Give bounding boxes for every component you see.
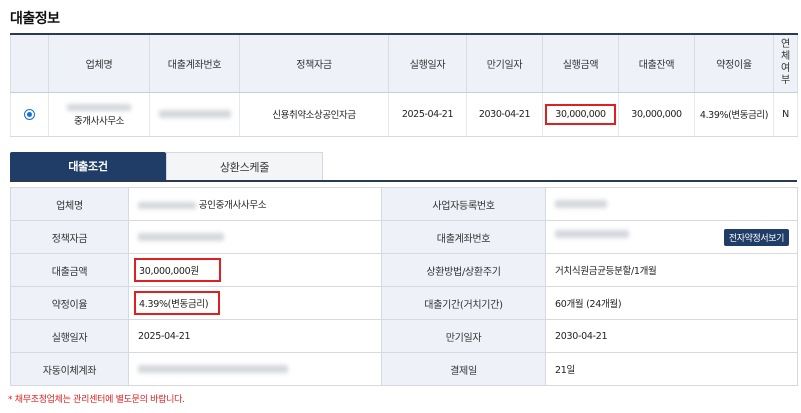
detail-row: 약정이율 4.39%(변동금리) 대출기간(거치기간) 60개월 (24개월): [10, 286, 798, 320]
company-name-text: 공인중개사사무소: [198, 200, 267, 211]
column-header-account: 대출계좌번호: [149, 34, 240, 93]
detail-row: 대출금액 30,000,000원 상환방법/상환주기 거치식원금균등분할/1개월: [10, 253, 798, 287]
redacted-text: [555, 200, 607, 208]
auto-transfer-label: 자동이체계좌: [10, 352, 129, 386]
row-select-cell[interactable]: [10, 92, 49, 137]
column-header-maturity-date: 만기일자: [466, 34, 543, 93]
payment-day-label: 결제일: [381, 352, 546, 386]
overdue-cell: N: [773, 92, 798, 137]
detail-row: 업체명 공인중개사사무소 사업자등록번호: [10, 187, 798, 221]
footnote: * 채무조정업체는 관리센터에 별도문의 바랍니다.: [8, 395, 185, 405]
company-name-suffix: 중개사사무소: [73, 115, 125, 127]
company-name-value: 공인중개사사무소: [128, 187, 382, 221]
tab-loan-terms[interactable]: 대출조건: [10, 152, 166, 180]
loan-amount-value: 30,000,000원: [128, 253, 382, 287]
repayment-method-value: 거치식원금균등분할/1개월: [545, 253, 798, 287]
row-select-radio[interactable]: [24, 108, 35, 120]
exec-date-value: 2025-04-21: [128, 319, 382, 353]
detail-row: 자동이체계좌 결제일 21일: [10, 352, 798, 386]
exec-date-label: 실행일자: [10, 319, 129, 353]
column-header-exec-date: 실행일자: [388, 34, 467, 93]
policy-fund-value: [128, 220, 382, 254]
table-row[interactable]: 중개사사무소 신용취약소상공인자금 2025-04-21 2030-04-21 …: [10, 92, 798, 137]
biz-reg-no-label: 사업자등록번호: [381, 187, 546, 221]
table-header-row: 업체명 대출계좌번호 정책자금 실행일자 만기일자 실행금액 대출잔액 약정이율…: [10, 34, 798, 93]
policy-fund-cell: 신용취약소상공인자금: [239, 92, 389, 137]
maturity-label: 만기일자: [381, 319, 546, 353]
loan-period-label: 대출기간(거치기간): [381, 286, 546, 320]
exec-amount-cell: 30,000,000: [542, 92, 619, 137]
rate-highlight: 4.39%(변동금리): [134, 291, 221, 315]
rate-label: 약정이율: [10, 286, 129, 320]
redacted-text: [138, 233, 224, 241]
tab-divider: [10, 180, 797, 182]
column-header-overdue: 연체여부: [773, 34, 798, 93]
auto-transfer-value: [128, 352, 382, 386]
loan-terms-table: 업체명 공인중개사사무소 사업자등록번호 정책자금 대출계좌번호 전자약정서보기…: [10, 187, 798, 386]
policy-fund-label: 정책자금: [10, 220, 129, 254]
biz-reg-no-value: [545, 187, 798, 221]
loan-account-label: 대출계좌번호: [381, 220, 546, 254]
payment-day-value: 21일: [545, 352, 798, 386]
detail-row: 실행일자 2025-04-21 만기일자 2030-04-21: [10, 319, 798, 353]
view-contract-button[interactable]: 전자약정서보기: [723, 228, 789, 246]
rate-value: 4.39%(변동금리): [128, 286, 382, 320]
column-header-company: 업체명: [48, 34, 150, 93]
exec-date-cell: 2025-04-21: [388, 92, 467, 137]
page-title: 대출정보: [10, 11, 60, 27]
redacted-account: [555, 230, 629, 238]
exec-amount-highlight: 30,000,000: [545, 103, 616, 125]
select-column-header: [10, 34, 49, 93]
company-name-label: 업체명: [10, 187, 129, 221]
loan-period-value: 60개월 (24개월): [545, 286, 798, 320]
column-header-exec-amount: 실행금액: [542, 34, 619, 93]
loan-account-value: 전자약정서보기: [545, 220, 798, 254]
column-header-balance: 대출잔액: [618, 34, 695, 93]
maturity-date-cell: 2030-04-21: [466, 92, 543, 137]
redacted-account: [158, 110, 231, 118]
rate-cell: 4.39%(변동금리): [694, 92, 774, 137]
balance-cell: 30,000,000: [618, 92, 695, 137]
account-cell: [149, 92, 240, 137]
redacted-text: [67, 103, 131, 111]
tab-repayment-schedule[interactable]: 상환스케줄: [166, 152, 323, 180]
column-header-rate: 약정이율: [694, 34, 774, 93]
column-header-policy-fund: 정책자금: [239, 34, 389, 93]
maturity-value: 2030-04-21: [545, 319, 798, 353]
repayment-method-label: 상환방법/상환주기: [381, 253, 546, 287]
loan-info-table: 업체명 대출계좌번호 정책자금 실행일자 만기일자 실행금액 대출잔액 약정이율…: [10, 33, 798, 137]
detail-row: 정책자금 대출계좌번호 전자약정서보기: [10, 220, 798, 254]
loan-amount-label: 대출금액: [10, 253, 129, 287]
company-cell: 중개사사무소: [48, 92, 150, 137]
redacted-account: [138, 365, 288, 373]
loan-amount-highlight: 30,000,000원: [134, 258, 221, 282]
redacted-text: [138, 202, 196, 209]
